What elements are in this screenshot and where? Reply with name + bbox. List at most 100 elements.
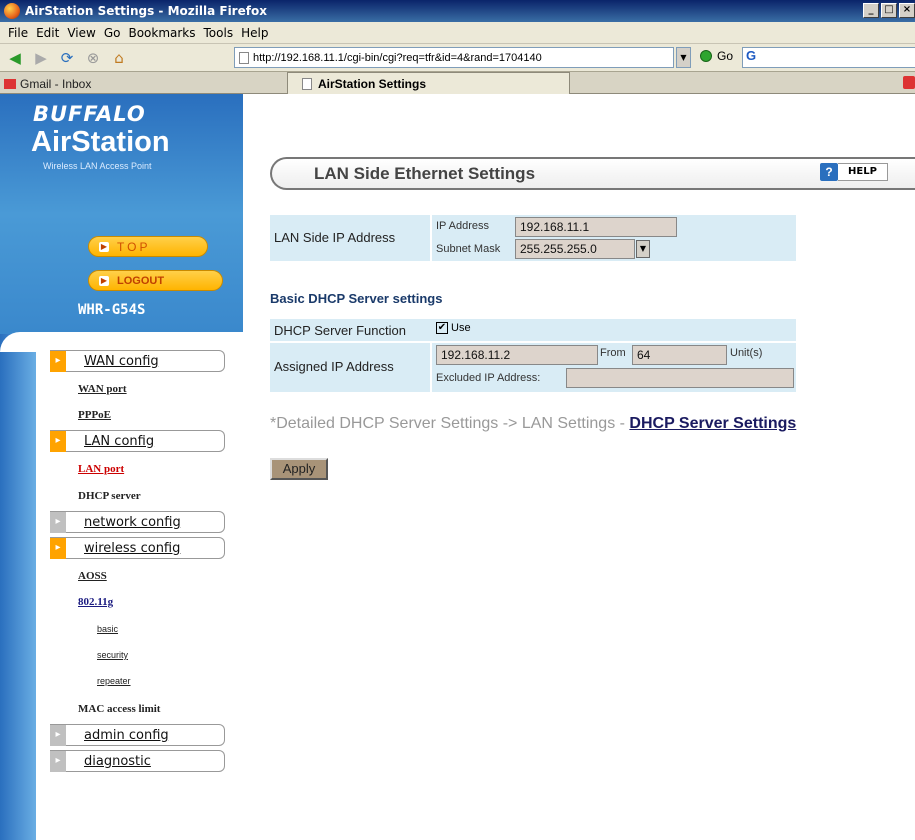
sidebar-link-lan-port[interactable]: LAN port <box>78 463 124 475</box>
tab-label: Gmail - Inbox <box>20 77 92 91</box>
model-name: WHR-G54S <box>78 302 146 318</box>
lan-ip-label: LAN Side IP Address <box>274 230 396 245</box>
dhcp-section-title: Basic DHCP Server settings <box>270 291 443 306</box>
ip-address-label: IP Address <box>436 220 489 232</box>
main-panel: LAN Side Ethernet Settings ? HELP LAN Si… <box>270 94 915 840</box>
table-divider <box>430 341 432 392</box>
product-logo: AirStation <box>31 126 170 158</box>
home-icon[interactable]: ⌂ <box>108 47 130 69</box>
menu-go[interactable]: Go <box>104 26 121 40</box>
chevron-right-icon: ▸ <box>50 350 66 372</box>
subnet-mask-select[interactable]: 255.255.255.0 <box>515 239 635 259</box>
sidebar-link-aoss[interactable]: AOSS <box>78 570 107 582</box>
sidebar-item-network-config[interactable]: ▸ network config <box>50 511 225 533</box>
dhcp-use-label: Use <box>451 322 471 334</box>
close-tab-icon[interactable] <box>903 76 915 89</box>
chevron-right-icon: ▸ <box>50 537 66 559</box>
sidebar-item-admin-config[interactable]: ▸ admin config <box>50 724 225 746</box>
tab-bar: Gmail - Inbox AirStation Settings <box>0 72 915 94</box>
sidebar-item-label: LAN config <box>84 433 155 449</box>
excluded-ip-label: Excluded IP Address: <box>436 372 541 384</box>
sidebar-item-label: admin config <box>84 727 169 743</box>
search-input[interactable]: G <box>742 47 915 68</box>
sidebar-link-mac-access-limit[interactable]: MAC access limit <box>78 703 160 715</box>
tab-airstation[interactable]: AirStation Settings <box>287 72 570 94</box>
logout-button[interactable]: ▶ LOGOUT <box>88 270 223 291</box>
navigation-toolbar: ◀ ▶ ⟳ ⊗ ⌂ http://192.168.11.1/cgi-bin/cg… <box>0 44 915 72</box>
reload-icon[interactable]: ⟳ <box>56 47 78 69</box>
from-count-input[interactable]: 64 <box>632 345 727 365</box>
sidebar-item-wireless-config[interactable]: ▸ wireless config <box>50 537 225 559</box>
url-bar[interactable]: http://192.168.11.1/cgi-bin/cgi?req=tfr&… <box>234 47 674 68</box>
page-icon <box>239 51 249 64</box>
top-button[interactable]: ▶ TOP <box>88 236 208 257</box>
url-text: http://192.168.11.1/cgi-bin/cgi?req=tfr&… <box>253 51 542 64</box>
chevron-right-icon: ▸ <box>50 750 66 772</box>
google-icon: G <box>746 48 757 63</box>
sidebar: BUFFALO AirStation Wireless LAN Access P… <box>0 94 243 840</box>
sidebar-item-diagnostic[interactable]: ▸ diagnostic <box>50 750 225 772</box>
dhcp-use-checkbox[interactable]: ✔ Use <box>436 322 471 335</box>
assigned-ip-label: Assigned IP Address <box>274 359 394 374</box>
subnet-dropdown-icon[interactable]: ▼ <box>636 240 650 258</box>
units-label: Unit(s) <box>730 347 763 359</box>
from-label: From <box>600 347 626 359</box>
arrow-icon: ▶ <box>99 241 109 252</box>
checkbox-checked-icon: ✔ <box>436 322 448 335</box>
sidebar-link-pppoe[interactable]: PPPoE <box>78 409 111 421</box>
tab-label: AirStation Settings <box>318 76 427 91</box>
menu-help[interactable]: Help <box>241 26 268 40</box>
stop-icon[interactable]: ⊗ <box>82 47 104 69</box>
page-icon <box>302 77 312 90</box>
arrow-icon: ▶ <box>99 275 109 286</box>
chevron-right-icon: ▸ <box>50 430 66 452</box>
excluded-ip-input[interactable] <box>566 368 794 388</box>
ip-address-input[interactable]: 192.168.11.1 <box>515 217 677 237</box>
menu-tools[interactable]: Tools <box>204 26 234 40</box>
help-button[interactable]: ? HELP <box>820 163 888 181</box>
dhcp-table: DHCP Server Function ✔ Use Assigned IP Ad… <box>270 319 796 392</box>
menu-file[interactable]: File <box>8 26 28 40</box>
sidebar-curve <box>0 332 243 352</box>
dhcp-detail-note: *Detailed DHCP Server Settings -> LAN Se… <box>270 415 796 433</box>
assigned-ip-input[interactable]: 192.168.11.2 <box>436 345 598 365</box>
top-label: TOP <box>117 239 151 254</box>
window-controls: _ □ × <box>861 3 915 18</box>
sidebar-item-lan-config[interactable]: ▸ LAN config <box>50 430 225 452</box>
sidebar-item-label: diagnostic <box>84 753 151 769</box>
chevron-right-icon: ▸ <box>50 724 66 746</box>
tab-gmail[interactable]: Gmail - Inbox <box>0 74 287 94</box>
menu-view[interactable]: View <box>67 26 95 40</box>
apply-button[interactable]: Apply <box>270 458 328 480</box>
close-button[interactable]: × <box>899 3 915 18</box>
menu-bookmarks[interactable]: Bookmarks <box>128 26 195 40</box>
minimize-button[interactable]: _ <box>863 3 879 18</box>
gmail-icon <box>4 79 16 89</box>
logout-label: LOGOUT <box>117 274 165 287</box>
sidebar-link-security[interactable]: security <box>97 650 128 660</box>
sidebar-link-wan-port[interactable]: WAN port <box>78 383 127 395</box>
help-icon: ? <box>820 163 838 181</box>
url-dropdown-icon[interactable]: ▼ <box>676 47 691 68</box>
sidebar-link-repeater[interactable]: repeater <box>97 676 131 686</box>
menu-edit[interactable]: Edit <box>36 26 59 40</box>
window-title: AirStation Settings - Mozilla Firefox <box>25 4 267 18</box>
firefox-logo-icon <box>4 3 20 19</box>
sidebar-item-wan-config[interactable]: ▸ WAN config <box>50 350 225 372</box>
menu-bar: File Edit View Go Bookmarks Tools Help <box>0 22 915 44</box>
dhcp-server-settings-link[interactable]: DHCP Server Settings <box>629 415 796 432</box>
go-button[interactable]: Go <box>700 49 733 63</box>
page-title: LAN Side Ethernet Settings <box>270 157 915 190</box>
sidebar-link-dhcp-server[interactable]: DHCP server <box>78 490 141 502</box>
brand-logo: BUFFALO <box>33 102 146 126</box>
page-content: BUFFALO AirStation Wireless LAN Access P… <box>0 94 915 840</box>
sidebar-link-80211g[interactable]: 802.11g <box>78 596 113 608</box>
back-icon[interactable]: ◀ <box>4 47 26 69</box>
forward-icon[interactable]: ▶ <box>30 47 52 69</box>
table-divider <box>270 341 796 343</box>
maximize-button[interactable]: □ <box>881 3 897 18</box>
lan-ip-table: LAN Side IP Address IP Address 192.168.1… <box>270 215 796 261</box>
sidebar-link-basic[interactable]: basic <box>97 624 118 634</box>
table-divider <box>430 215 432 261</box>
sidebar-band <box>0 334 36 840</box>
